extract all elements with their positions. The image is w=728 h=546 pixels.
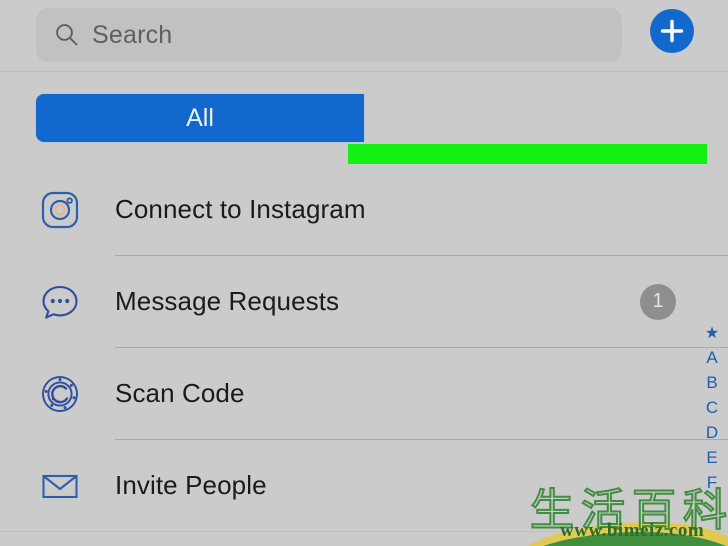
alpha-index-star[interactable]: ★: [705, 322, 719, 345]
list-item-label: Message Requests: [115, 286, 340, 316]
list-item-label: Connect to Instagram: [115, 194, 366, 224]
alphabet-index[interactable]: ★ A B C D E F: [700, 322, 724, 495]
search-icon: [56, 24, 78, 46]
instagram-icon: [41, 191, 79, 228]
list-item-label: Invite People: [115, 470, 267, 500]
alpha-index-b[interactable]: B: [706, 370, 717, 395]
alpha-index-a[interactable]: A: [706, 345, 717, 370]
message-bubble-icon: [42, 285, 78, 319]
search-placeholder-text: Search: [92, 20, 173, 49]
new-message-button[interactable]: [650, 9, 694, 53]
status-badge: 1: [640, 283, 676, 320]
alpha-index-e[interactable]: E: [706, 445, 717, 470]
scan-code-icon: [42, 375, 78, 412]
list-item-people-with-messenger[interactable]: People with M: [0, 532, 728, 546]
list-item-scan-code[interactable]: Scan Code: [0, 348, 728, 439]
search-input[interactable]: Search: [36, 8, 622, 62]
tab-all[interactable]: All: [35, 93, 365, 143]
plus-icon: [660, 19, 684, 43]
alpha-index-c[interactable]: C: [706, 395, 718, 420]
menu-list: Connect to Instagram Message Requests 1: [0, 164, 728, 546]
list-item-message-requests[interactable]: Message Requests 1: [0, 256, 728, 347]
alpha-index-d[interactable]: D: [706, 420, 718, 445]
segmented-control: All Active: [0, 72, 728, 234]
list-item-connect-to-instagram[interactable]: Connect to Instagram: [0, 164, 728, 255]
list-item-invite-people[interactable]: Invite People: [0, 440, 728, 531]
alpha-index-f[interactable]: F: [707, 470, 717, 495]
list-item-label: Scan Code: [115, 378, 245, 408]
envelope-icon: [42, 474, 78, 498]
search-header: Search: [0, 0, 728, 72]
tab-all-label: All: [186, 103, 214, 132]
messenger-screen: Search All Active Connect to Insta: [0, 0, 728, 546]
